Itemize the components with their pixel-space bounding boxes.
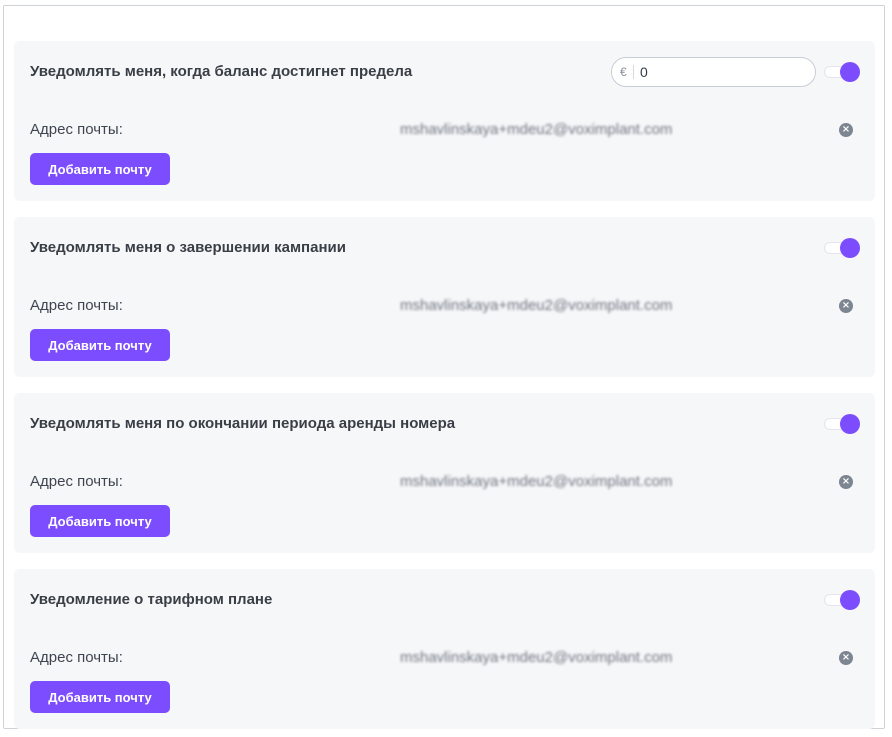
close-circle-icon[interactable]: × (839, 475, 853, 489)
card-title: Уведомление о тарифном плане (30, 591, 273, 608)
email-label: Адрес почты: (30, 649, 123, 666)
email-label: Адрес почты: (30, 121, 123, 138)
toggle-knob (840, 414, 860, 434)
add-email-button[interactable]: Добавить почту (30, 153, 170, 185)
notification-card-campaign: Уведомлять меня о завершении кампании Ад… (14, 217, 875, 377)
email-label: Адрес почты: (30, 473, 123, 490)
email-address: mshavlinskaya+mdeu2@voximplant.com (400, 649, 673, 666)
card-title: Уведомлять меня о завершении кампании (30, 239, 346, 256)
balance-threshold-input[interactable] (640, 63, 800, 81)
email-address: mshavlinskaya+mdeu2@voximplant.com (400, 121, 673, 138)
notification-toggle[interactable] (824, 590, 860, 610)
close-circle-icon[interactable]: × (839, 651, 853, 665)
card-title: Уведомлять меня, когда баланс достигнет … (30, 63, 413, 80)
add-email-button[interactable]: Добавить почту (30, 505, 170, 537)
email-address: mshavlinskaya+mdeu2@voximplant.com (400, 473, 673, 490)
toggle-knob (840, 62, 860, 82)
balance-threshold-field[interactable]: € (611, 57, 816, 87)
toggle-knob (840, 238, 860, 258)
close-circle-icon[interactable]: × (839, 123, 853, 137)
notification-toggle[interactable] (824, 414, 860, 434)
close-circle-icon[interactable]: × (839, 299, 853, 313)
euro-icon: € (620, 65, 634, 79)
email-address: mshavlinskaya+mdeu2@voximplant.com (400, 297, 673, 314)
notification-card-tariff: Уведомление о тарифном плане Адрес почты… (14, 569, 875, 729)
notification-toggle[interactable] (824, 238, 860, 258)
email-label: Адрес почты: (30, 297, 123, 314)
toggle-knob (840, 590, 860, 610)
notification-card-number-rent: Уведомлять меня по окончании периода аре… (14, 393, 875, 553)
add-email-button[interactable]: Добавить почту (30, 329, 170, 361)
notification-card-balance: Уведомлять меня, когда баланс достигнет … (14, 41, 875, 201)
card-title: Уведомлять меня по окончании периода аре… (30, 415, 456, 432)
add-email-button[interactable]: Добавить почту (30, 681, 170, 713)
notification-toggle[interactable] (824, 62, 860, 82)
